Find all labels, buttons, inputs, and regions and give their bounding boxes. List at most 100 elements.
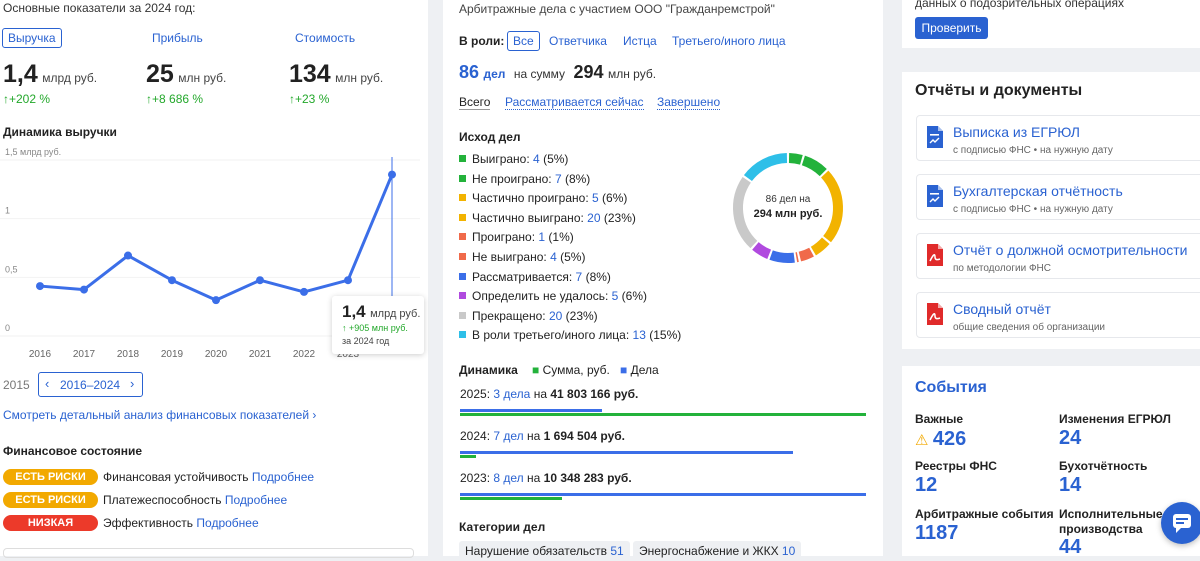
- donut-segment[interactable]: [825, 174, 838, 239]
- tab-revenue[interactable]: Выручка: [2, 28, 62, 48]
- data-point[interactable]: [388, 171, 396, 179]
- outcome-row: Частично выиграно: 20 (23%): [472, 211, 636, 225]
- event-value[interactable]: 1187: [915, 522, 958, 545]
- range-selector[interactable]: ‹ 2016–2024 ›: [38, 372, 143, 397]
- role-third-party[interactable]: Третьего/иного лица: [672, 34, 786, 48]
- doc-item[interactable]: Отчёт о должной осмотрительностипо метод…: [916, 233, 1200, 279]
- data-point[interactable]: [212, 296, 220, 304]
- x-tick-label: 2022: [293, 349, 316, 360]
- donut-line2: 294 млн руб.: [730, 208, 846, 220]
- data-point[interactable]: [80, 286, 88, 294]
- fin-state-row: Платежеспособность Подробнее: [103, 493, 287, 507]
- outcome-title: Исход дел: [459, 130, 521, 144]
- donut-segment[interactable]: [755, 246, 769, 254]
- dynamics-cases[interactable]: 3 дела: [493, 387, 530, 401]
- outcome-count[interactable]: 7: [555, 172, 562, 186]
- donut-segment[interactable]: [771, 255, 794, 258]
- legend-square-icon: ■: [620, 363, 627, 377]
- donut-segment[interactable]: [789, 158, 801, 160]
- details-link[interactable]: Подробнее: [225, 493, 287, 507]
- event-label: Исполнительные производства: [1059, 507, 1169, 537]
- chevron-left-icon[interactable]: ‹: [45, 376, 49, 391]
- filter-current[interactable]: Рассматривается сейчас: [505, 95, 644, 110]
- data-point[interactable]: [124, 252, 132, 260]
- donut-segment[interactable]: [813, 241, 825, 251]
- outcome-percent: (6%): [622, 289, 647, 303]
- legend-square-icon: [459, 194, 466, 201]
- x-tick-label: 2017: [73, 349, 96, 360]
- doc-icon: [926, 125, 944, 149]
- cases-bar: [460, 409, 602, 412]
- dynamics-row: 2023: 8 дел на 10 348 283 руб.: [460, 471, 632, 485]
- doc-item[interactable]: Сводный отчётобщие сведения об организац…: [916, 292, 1200, 338]
- filter-finished[interactable]: Завершено: [657, 95, 720, 110]
- outcome-count[interactable]: 20: [587, 211, 600, 225]
- range-label: 2016–2024: [60, 378, 120, 392]
- outcome-label: Не выиграно:: [472, 250, 547, 264]
- sum-bar: [460, 497, 562, 500]
- dynamics-cases[interactable]: 8 дел: [493, 471, 523, 485]
- y-tick-label: 0,5: [5, 264, 18, 274]
- role-label: В роли:: [459, 34, 504, 48]
- outcome-row: Частично проиграно: 5 (6%): [472, 191, 627, 205]
- outcome-label: В роли третьего/иного лица:: [472, 328, 629, 342]
- x-tick-label: 2021: [249, 349, 272, 360]
- event-value: 426: [933, 428, 966, 450]
- tooltip-unit: млрд руб.: [370, 308, 420, 320]
- data-point[interactable]: [168, 276, 176, 284]
- data-point[interactable]: [256, 276, 264, 284]
- donut-segment[interactable]: [748, 158, 787, 178]
- tab-profit[interactable]: Прибыль: [152, 31, 203, 45]
- outcome-count[interactable]: 4: [550, 250, 557, 264]
- chat-icon: [1161, 502, 1200, 544]
- dynamics-sum: 41 803 166 руб.: [550, 387, 638, 401]
- role-plaintiff[interactable]: Истца: [623, 34, 657, 48]
- outcome-percent: (8%): [586, 270, 611, 284]
- dynamics-cases[interactable]: 7 дел: [493, 429, 523, 443]
- donut-segment[interactable]: [803, 160, 823, 172]
- categories-title: Категории дел: [459, 520, 545, 534]
- details-link[interactable]: Подробнее: [252, 470, 314, 484]
- outcome-count[interactable]: 1: [538, 230, 545, 244]
- doc-icon: [926, 125, 944, 149]
- outcome-count[interactable]: 7: [576, 270, 583, 284]
- donut-segment[interactable]: [800, 252, 812, 256]
- events-title: События: [915, 379, 987, 397]
- filter-all[interactable]: Всего: [459, 95, 490, 110]
- event-value[interactable]: 12: [915, 474, 937, 497]
- event-important[interactable]: ⚠ 426: [915, 428, 966, 451]
- metric-unit: млрд руб.: [42, 71, 97, 85]
- doc-subtitle: с подписью ФНС • на нужную дату: [953, 145, 1113, 156]
- chat-button[interactable]: [1161, 502, 1200, 544]
- doc-item[interactable]: Бухгалтерская отчётностьс подписью ФНС •…: [916, 174, 1200, 220]
- outcome-count[interactable]: 5: [612, 289, 619, 303]
- legend-square-icon: [459, 273, 466, 280]
- outcome-count[interactable]: 5: [592, 191, 599, 205]
- tab-value[interactable]: Стоимость: [295, 31, 355, 45]
- metric-value: 25: [146, 60, 174, 88]
- doc-item[interactable]: Выписка из ЕГРЮЛс подписью ФНС • на нужн…: [916, 115, 1200, 161]
- check-button[interactable]: Проверить: [915, 17, 988, 39]
- event-value[interactable]: 24: [1059, 427, 1081, 450]
- fin-state-label: Эффективность: [103, 516, 193, 530]
- role-defendant[interactable]: Ответчика: [549, 34, 607, 48]
- outcome-row: В роли третьего/иного лица: 13 (15%): [472, 328, 681, 342]
- sum-unit: млн руб.: [608, 67, 656, 81]
- data-point[interactable]: [344, 276, 352, 284]
- detail-analysis-link[interactable]: Смотреть детальный анализ финансовых пок…: [3, 408, 316, 422]
- event-value[interactable]: 14: [1059, 474, 1081, 497]
- data-point[interactable]: [300, 288, 308, 296]
- dyn-legend-sum: ■ Сумма, руб.: [532, 363, 610, 377]
- category-tag[interactable]: Энергоснабжение и ЖКХ 10: [633, 541, 801, 561]
- role-all[interactable]: Все: [507, 31, 540, 51]
- outcome-count[interactable]: 20: [549, 309, 562, 323]
- details-link[interactable]: Подробнее: [196, 516, 258, 530]
- category-tag[interactable]: Нарушение обязательств 51: [459, 541, 630, 561]
- data-point[interactable]: [36, 282, 44, 290]
- outcome-percent: (1%): [548, 230, 573, 244]
- outcome-percent: (8%): [565, 172, 590, 186]
- outcome-count[interactable]: 4: [533, 152, 540, 166]
- outcome-count[interactable]: 13: [633, 328, 646, 342]
- doc-title: Отчёт о должной осмотрительности: [953, 242, 1187, 258]
- chevron-right-icon[interactable]: ›: [130, 376, 134, 391]
